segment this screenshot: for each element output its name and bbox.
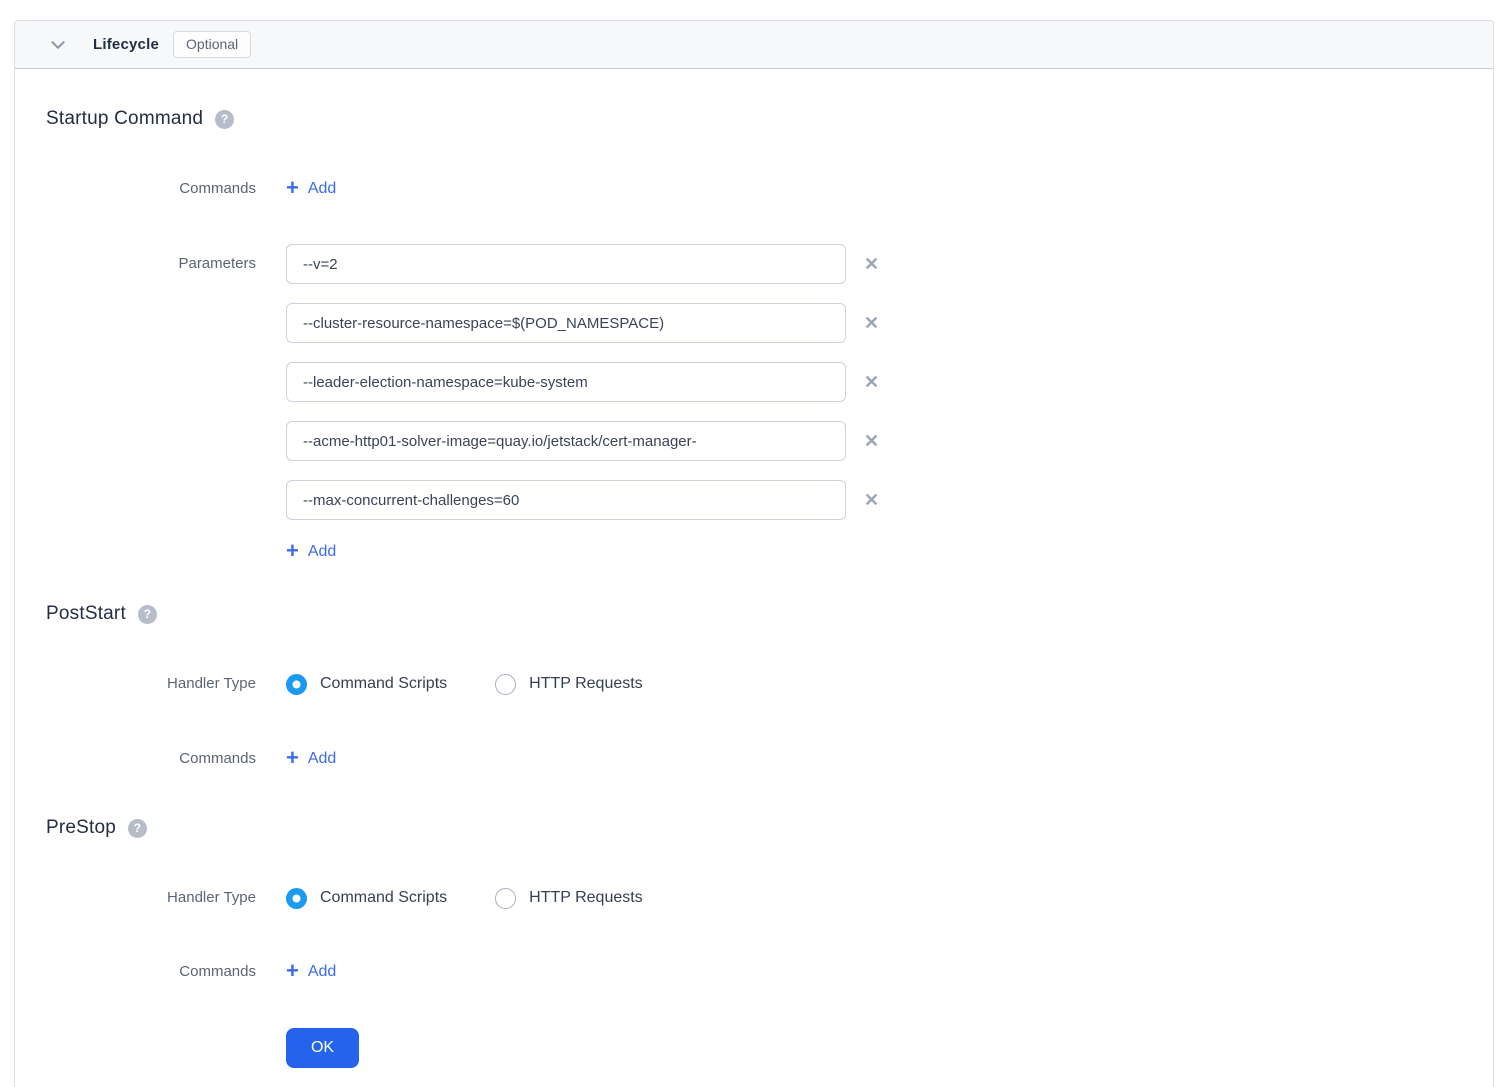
ok-button[interactable]: OK (286, 1028, 359, 1068)
parameter-row: ✕ (286, 421, 879, 461)
radio-http-requests[interactable]: HTTP Requests (495, 888, 643, 909)
panel-title: Lifecycle (93, 36, 159, 53)
parameter-row: ✕ (286, 362, 879, 402)
startup-command-title-text: Startup Command (46, 108, 203, 130)
handler-type-label: Handler Type (46, 671, 256, 697)
startup-commands-row: Commands + Add (46, 176, 1463, 202)
add-poststart-command-button[interactable]: + Add (286, 746, 336, 772)
parameter-row: ✕ (286, 303, 879, 343)
remove-parameter-icon[interactable]: ✕ (864, 491, 879, 509)
plus-icon: + (286, 960, 299, 982)
poststart-title: PostStart ? (46, 603, 1463, 625)
add-command-label: Add (308, 176, 336, 202)
add-poststart-command-label: Add (308, 746, 336, 772)
prestop-title-text: PreStop (46, 817, 116, 839)
radio-http-requests-label: HTTP Requests (529, 889, 643, 907)
radio-unselected-icon (495, 888, 516, 909)
add-parameter-button[interactable]: + Add (286, 539, 879, 565)
add-prestop-command-label: Add (308, 959, 336, 985)
parameter-row: ✕ (286, 244, 879, 284)
commands-label: Commands (46, 746, 256, 772)
remove-parameter-icon[interactable]: ✕ (864, 432, 879, 450)
prestop-title: PreStop ? (46, 817, 1463, 839)
lifecycle-panel-body: Startup Command ? Commands + Add Paramet… (15, 69, 1493, 1068)
remove-parameter-icon[interactable]: ✕ (864, 255, 879, 273)
radio-command-scripts-label: Command Scripts (320, 675, 447, 693)
parameter-input[interactable] (286, 362, 846, 402)
poststart-commands-row: Commands + Add (46, 746, 1463, 772)
plus-icon: + (286, 540, 299, 562)
lifecycle-panel: Lifecycle Optional Startup Command ? Com… (14, 20, 1494, 1087)
plus-icon: + (286, 747, 299, 769)
parameters-list: ✕ ✕ ✕ ✕ ✕ + (286, 244, 879, 565)
add-prestop-command-button[interactable]: + Add (286, 959, 336, 985)
help-icon[interactable]: ? (128, 819, 147, 838)
add-parameter-label: Add (308, 539, 336, 565)
optional-badge: Optional (173, 31, 251, 58)
handler-type-label: Handler Type (46, 885, 256, 911)
radio-command-scripts-label: Command Scripts (320, 889, 447, 907)
remove-parameter-icon[interactable]: ✕ (864, 373, 879, 391)
prestop-handler-row: Handler Type Command Scripts HTTP Reques… (46, 885, 1463, 911)
parameter-input[interactable] (286, 480, 846, 520)
plus-icon: + (286, 177, 299, 199)
radio-http-requests[interactable]: HTTP Requests (495, 674, 643, 695)
help-icon[interactable]: ? (215, 110, 234, 129)
poststart-handler-row: Handler Type Command Scripts HTTP Reques… (46, 671, 1463, 697)
radio-http-requests-label: HTTP Requests (529, 675, 643, 693)
startup-parameters-row: Parameters ✕ ✕ ✕ ✕ (46, 244, 1463, 565)
parameter-input[interactable] (286, 244, 846, 284)
commands-label: Commands (46, 959, 256, 985)
commands-label: Commands (46, 176, 256, 202)
parameters-label: Parameters (46, 244, 256, 277)
radio-command-scripts[interactable]: Command Scripts (286, 888, 447, 909)
radio-command-scripts[interactable]: Command Scripts (286, 674, 447, 695)
radio-unselected-icon (495, 674, 516, 695)
add-command-button[interactable]: + Add (286, 176, 336, 202)
prestop-commands-row: Commands + Add (46, 959, 1463, 985)
radio-selected-icon (286, 888, 307, 909)
remove-parameter-icon[interactable]: ✕ (864, 314, 879, 332)
prestop-handler-radio-group: Command Scripts HTTP Requests (286, 888, 643, 909)
startup-command-title: Startup Command ? (46, 108, 1463, 130)
parameter-input[interactable] (286, 303, 846, 343)
parameter-row: ✕ (286, 480, 879, 520)
help-icon[interactable]: ? (138, 605, 157, 624)
lifecycle-panel-header: Lifecycle Optional (15, 21, 1493, 69)
radio-selected-icon (286, 674, 307, 695)
poststart-title-text: PostStart (46, 603, 126, 625)
parameter-input[interactable] (286, 421, 846, 461)
poststart-handler-radio-group: Command Scripts HTTP Requests (286, 674, 643, 695)
chevron-down-icon[interactable] (49, 36, 67, 54)
